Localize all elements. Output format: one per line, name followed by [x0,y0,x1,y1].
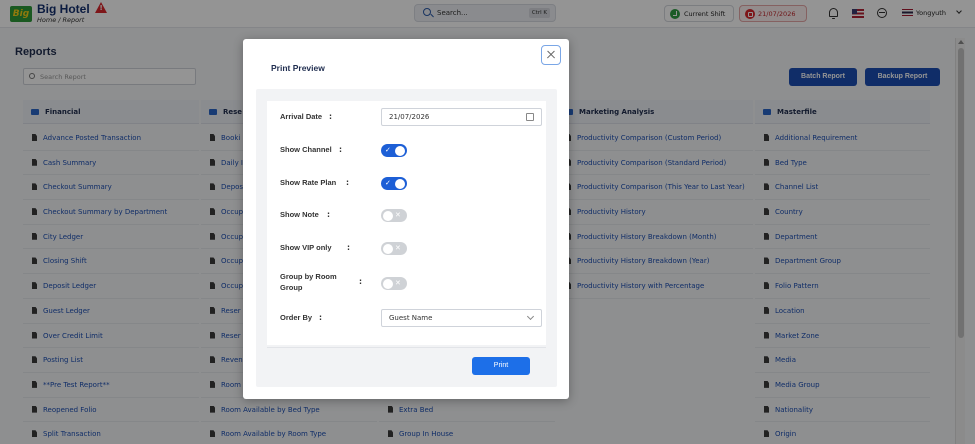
label-colon: : [339,145,342,154]
dialog-title: Print Preview [271,63,325,73]
label-colon: : [319,313,322,322]
label-colon: : [327,210,330,219]
arrival-date-label: Arrival Date [280,112,323,121]
print-options-form: Arrival Date : 21/07/2026 Show Channel :… [267,101,546,345]
order-by-label: Order By [280,313,313,322]
show-vip-only-label: Show VIP only [280,243,332,252]
show-note-label: Show Note [280,210,319,219]
label-colon: : [329,112,332,121]
calendar-icon[interactable] [526,113,534,121]
label-colon: : [346,178,349,187]
close-icon[interactable] [541,45,561,65]
print-preview-dialog: Print Preview Arrival Date : 21/07/2026 … [243,39,569,399]
show-rate-plan-toggle[interactable]: ✓ [381,177,407,190]
group-by-room-group-label: Group by Room Group [280,272,337,292]
show-rate-plan-label: Show Rate Plan [280,178,337,187]
order-by-value: Guest Name [389,314,433,322]
arrival-date-value: 21/07/2026 [389,113,430,121]
group-by-room-group-toggle[interactable]: ✕ [381,277,407,290]
print-button[interactable]: Print [472,357,530,375]
show-channel-label: Show Channel [280,145,332,154]
divider [267,347,546,348]
chevron-down-icon [526,312,535,321]
dialog-body: Arrival Date : 21/07/2026 Show Channel :… [256,89,557,387]
arrival-date-field[interactable]: 21/07/2026 [381,108,542,126]
show-note-toggle[interactable]: ✕ [381,209,407,222]
show-vip-only-toggle[interactable]: ✕ [381,242,407,255]
show-channel-toggle[interactable]: ✓ [381,144,407,157]
order-by-select[interactable]: Guest Name [381,309,542,327]
label-colon: : [359,277,362,286]
label-colon: : [347,243,350,252]
